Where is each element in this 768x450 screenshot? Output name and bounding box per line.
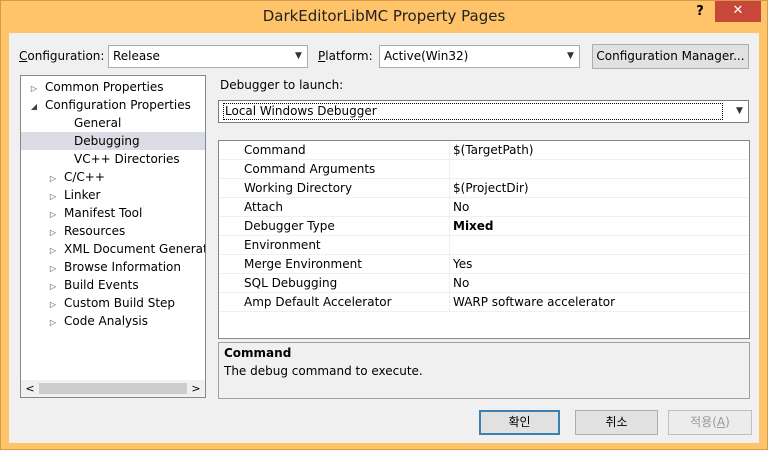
dialog-client-area: Configuration: Release ▼ Platform: Activ… [9, 33, 759, 443]
column-divider [449, 179, 450, 198]
property-name: Amp Default Accelerator [244, 295, 392, 309]
scroll-left-icon[interactable]: < [23, 380, 37, 397]
tree-item[interactable]: ▷ XML Document Generator [21, 240, 205, 258]
tree-item[interactable]: ▷ Common Properties [21, 78, 205, 96]
property-pages-window: DarkEditorLibMC Property Pages ? ✕ Confi… [0, 0, 768, 450]
property-row[interactable]: Amp Default Accelerator WARP software acc… [219, 293, 749, 312]
property-row[interactable]: Working Directory $(ProjectDir) [219, 179, 749, 198]
debugger-label: Debugger to launch: [220, 78, 344, 92]
scroll-right-icon[interactable]: > [189, 380, 203, 397]
configuration-value: Release [113, 49, 160, 63]
property-value[interactable]: $(ProjectDir) [453, 179, 529, 197]
chevron-down-icon: ▼ [567, 51, 574, 61]
cancel-button[interactable]: 취소 [575, 410, 658, 435]
column-divider [449, 217, 450, 236]
property-row[interactable]: Command Arguments [219, 160, 749, 179]
tree-item-label: Build Events [64, 278, 139, 292]
configuration-manager-button[interactable]: Configuration Manager... [592, 44, 749, 69]
tree-item-label: Browse Information [64, 260, 181, 274]
property-value[interactable]: No [453, 274, 469, 292]
property-grid: Command $(TargetPath) Command Arguments Wor… [218, 140, 750, 339]
column-divider [449, 255, 450, 274]
help-button[interactable]: ? [687, 1, 713, 23]
tree-item[interactable]: ▷ Linker [21, 186, 205, 204]
column-divider [449, 293, 450, 312]
property-value[interactable]: No [453, 198, 469, 216]
property-row[interactable]: SQL Debugging No [219, 274, 749, 293]
description-title: Command [224, 346, 292, 360]
tree-item-label: Debugging [74, 134, 140, 148]
tree-item-label: Linker [64, 188, 101, 202]
tree-item-label: XML Document Generator [64, 242, 206, 256]
column-divider [449, 198, 450, 217]
tree-item-label: General [74, 116, 122, 130]
property-value[interactable]: Mixed [453, 217, 494, 235]
title-bar[interactable]: DarkEditorLibMC Property Pages ? ✕ [1, 1, 767, 33]
tree-item[interactable]: ◢ Configuration Properties [21, 96, 205, 114]
property-name: Working Directory [244, 181, 353, 195]
debugger-combo[interactable]: Local Windows Debugger ▼ [218, 100, 749, 123]
ok-button[interactable]: 확인 [479, 410, 560, 435]
tree-item-label: Common Properties [45, 80, 164, 94]
tree-item-label: Resources [64, 224, 126, 238]
platform-value: Active(Win32) [384, 49, 469, 63]
column-divider [449, 274, 450, 293]
property-value[interactable]: Yes [453, 255, 472, 273]
configuration-combo[interactable]: Release ▼ [108, 45, 308, 68]
tree-item[interactable]: ▷ C/C++ [21, 168, 205, 186]
tree-item-label: Manifest Tool [64, 206, 143, 220]
tree-item[interactable]: ▷ Manifest Tool [21, 204, 205, 222]
property-row[interactable]: Attach No [219, 198, 749, 217]
column-divider [449, 160, 450, 179]
property-value[interactable]: $(TargetPath) [453, 141, 533, 159]
scroll-thumb[interactable] [39, 383, 187, 394]
property-name: Command [244, 143, 306, 157]
property-name: SQL Debugging [244, 276, 338, 290]
property-value[interactable]: WARP software accelerator [453, 293, 615, 311]
column-divider [449, 141, 450, 160]
tree-item[interactable]: ▷ Resources [21, 222, 205, 240]
property-name: Command Arguments [244, 162, 376, 176]
tree-item-label: C/C++ [64, 170, 105, 184]
chevron-down-icon: ▼ [295, 51, 302, 61]
tree-item-label: VC++ Directories [74, 152, 180, 166]
tree-item-label: Code Analysis [64, 314, 148, 328]
tree-item[interactable]: ▷ Browse Information [21, 258, 205, 276]
tree-item[interactable]: ▷ Code Analysis [21, 312, 205, 330]
configuration-label: Configuration: [19, 49, 105, 63]
property-name: Environment [244, 238, 321, 252]
property-name: Debugger Type [244, 219, 335, 233]
tree-item-label: Configuration Properties [45, 98, 191, 112]
column-divider [449, 236, 450, 255]
description-text: The debug command to execute. [224, 364, 423, 378]
debugger-value: Local Windows Debugger [223, 103, 723, 120]
close-button[interactable]: ✕ [715, 1, 761, 22]
tree-item[interactable]: ▷ Custom Build Step [21, 294, 205, 312]
tree-item[interactable]: VC++ Directories [21, 150, 205, 168]
property-row[interactable]: Merge Environment Yes [219, 255, 749, 274]
apply-button[interactable]: 적용(A) [668, 410, 752, 435]
chevron-down-icon: ▼ [736, 106, 743, 116]
tree-item[interactable]: Debugging [21, 132, 205, 150]
property-row[interactable]: Command $(TargetPath) [219, 141, 749, 160]
horizontal-scrollbar[interactable]: < > [21, 380, 205, 397]
tree-item[interactable]: General [21, 114, 205, 132]
description-panel: Command The debug command to execute. [218, 342, 750, 399]
platform-combo[interactable]: Active(Win32) ▼ [379, 45, 580, 68]
tree-item-label: Custom Build Step [64, 296, 176, 310]
expand-arrow-icon[interactable]: ▷ [48, 314, 58, 332]
property-row[interactable]: Debugger Type Mixed [219, 217, 749, 236]
property-name: Merge Environment [244, 257, 362, 271]
property-name: Attach [244, 200, 283, 214]
window-title: DarkEditorLibMC Property Pages [262, 7, 506, 25]
platform-label: Platform: [318, 49, 373, 63]
property-row[interactable]: Environment [219, 236, 749, 255]
tree-item[interactable]: ▷ Build Events [21, 276, 205, 294]
property-tree[interactable]: ▷ Common Properties ◢ Configuration Propert… [20, 75, 206, 398]
